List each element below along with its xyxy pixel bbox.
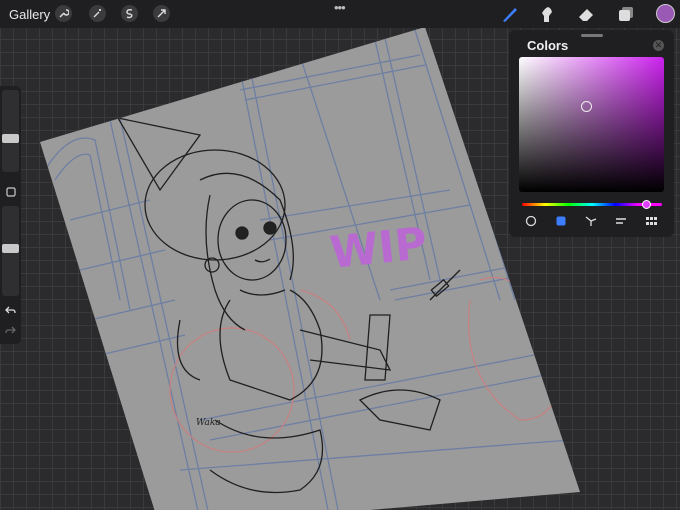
magic-wand-icon[interactable] (89, 5, 106, 22)
close-icon[interactable]: ✕ (653, 40, 664, 51)
square-icon[interactable] (3, 184, 18, 199)
color-picker-cursor[interactable] (581, 101, 592, 112)
value-icon[interactable] (613, 214, 629, 228)
layers-icon[interactable] (615, 4, 637, 24)
harmony-icon[interactable] (583, 214, 599, 228)
left-sidebar (0, 86, 21, 344)
selection-icon[interactable] (121, 5, 138, 22)
eraser-icon[interactable] (575, 4, 597, 24)
signature: Waka (196, 418, 221, 428)
panel-handle[interactable] (581, 34, 603, 37)
wrench-icon[interactable] (55, 5, 72, 22)
undo-icon[interactable] (3, 303, 18, 318)
wip-text: WIP (328, 218, 430, 279)
palettes-icon[interactable] (643, 214, 659, 228)
hue-slider-thumb[interactable] (642, 200, 651, 209)
brush-size-slider[interactable] (2, 90, 19, 172)
opacity-slider[interactable] (2, 206, 19, 296)
transform-arrow-icon[interactable] (153, 5, 170, 22)
hue-slider[interactable] (522, 203, 662, 206)
redo-icon[interactable] (3, 323, 18, 338)
current-color-swatch[interactable] (656, 4, 675, 23)
disc-icon[interactable] (523, 214, 539, 228)
brush-size-thumb[interactable] (2, 134, 19, 143)
opacity-thumb[interactable] (2, 244, 19, 253)
brush-icon[interactable] (499, 4, 521, 24)
colors-panel-title: Colors (527, 38, 569, 53)
smudge-icon[interactable] (537, 4, 559, 24)
gallery-button[interactable]: Gallery (9, 7, 50, 22)
colors-panel: Colors ✕ (509, 30, 674, 237)
actions-menu-icon[interactable]: ••• (334, 0, 346, 15)
classic-icon[interactable] (553, 214, 569, 228)
top-toolbar: Gallery ••• (0, 0, 680, 28)
color-field[interactable] (519, 57, 664, 192)
